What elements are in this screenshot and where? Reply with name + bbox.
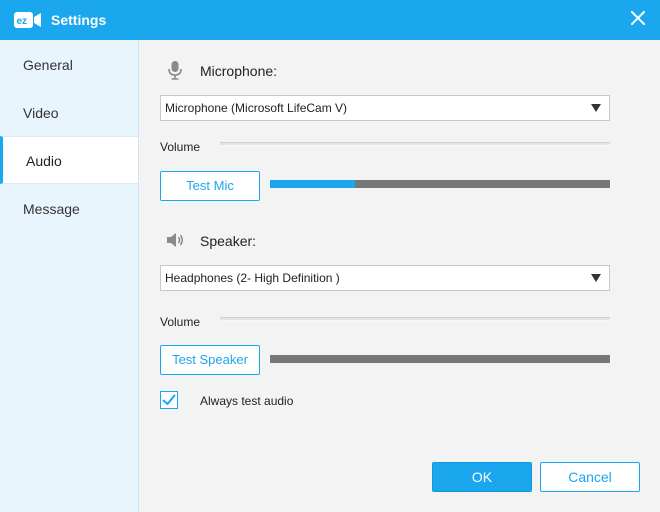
always-test-audio-label: Always test audio <box>200 394 294 408</box>
window-title: Settings <box>51 12 107 28</box>
microphone-icon <box>168 61 182 80</box>
sidebar-item-audio[interactable]: Audio <box>0 136 138 184</box>
microphone-select-value: Microphone (Microsoft LifeCam V) <box>165 101 348 115</box>
speaker-select-value: Headphones (2- High Definition ) <box>165 271 340 285</box>
close-icon[interactable] <box>626 6 650 30</box>
sidebar-item-message[interactable]: Message <box>0 185 138 233</box>
microphone-volume-label: Volume <box>160 140 201 154</box>
sidebar-item-label: General <box>23 57 73 73</box>
sidebar-item-video[interactable]: Video <box>0 89 138 137</box>
sidebar-item-label: Message <box>23 201 80 217</box>
sidebar-item-label: Video <box>23 105 59 121</box>
app-logo-text: ez <box>17 16 28 27</box>
test-mic-button[interactable]: Test Mic <box>160 171 260 201</box>
ok-button[interactable]: OK <box>432 462 532 492</box>
speaker-volume-label: Volume <box>160 315 201 329</box>
microphone-title: Microphone: <box>200 63 278 79</box>
settings-sidebar: General Video Audio Message <box>0 40 139 512</box>
sidebar-item-general[interactable]: General <box>0 41 138 89</box>
speaker-level-meter <box>270 355 610 363</box>
chevron-down-icon <box>591 274 601 282</box>
always-test-audio-checkbox[interactable] <box>160 391 178 409</box>
checkmark-icon <box>162 394 176 405</box>
cancel-button[interactable]: Cancel <box>540 462 640 492</box>
chevron-down-icon <box>591 104 601 112</box>
microphone-select[interactable]: Microphone (Microsoft LifeCam V) <box>160 95 610 121</box>
app-logo-icon: ez <box>14 12 41 28</box>
title-bar: ez Settings <box>0 0 660 40</box>
speaker-icon <box>167 233 183 247</box>
sidebar-item-label: Audio <box>26 153 62 169</box>
test-speaker-button[interactable]: Test Speaker <box>160 345 260 375</box>
microphone-level-meter <box>270 180 610 188</box>
speaker-select[interactable]: Headphones (2- High Definition ) <box>160 265 610 291</box>
speaker-volume-slider[interactable] <box>220 317 610 321</box>
microphone-level-fill <box>270 180 355 188</box>
microphone-volume-slider[interactable] <box>220 142 610 146</box>
speaker-title: Speaker: <box>200 233 257 249</box>
